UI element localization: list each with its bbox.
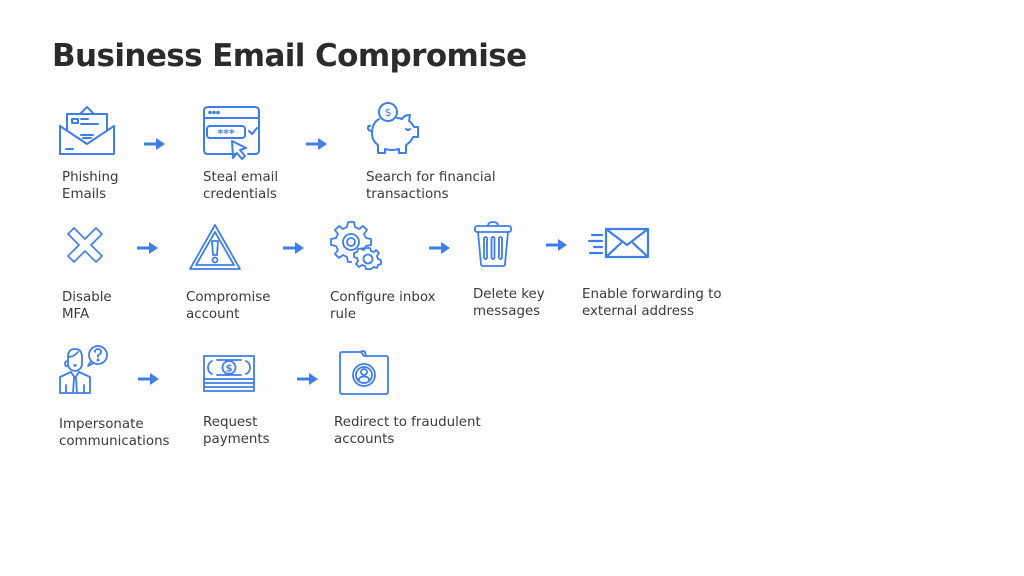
step-label-compromise-account: Compromise account xyxy=(186,290,271,322)
step-label-enable-forwarding: Enable forwarding to external address xyxy=(582,287,722,319)
step-label-delete-messages: Delete key messages xyxy=(473,287,545,319)
flow-arrow-icon xyxy=(296,372,320,386)
page-title: Business Email Compromise xyxy=(52,38,527,74)
step-label-configure-inbox-rule: Configure inbox rule xyxy=(330,290,436,322)
svg-text:$: $ xyxy=(226,364,233,375)
money-stack-icon: $ xyxy=(203,355,255,393)
person-question-icon xyxy=(58,345,110,395)
flow-arrow-icon xyxy=(143,137,167,151)
step-label-impersonate: Impersonate communications xyxy=(59,417,170,449)
svg-text:***: *** xyxy=(217,127,235,140)
open-envelope-icon xyxy=(58,104,116,156)
svg-text:$: $ xyxy=(385,106,392,119)
gears-icon xyxy=(330,220,383,270)
step-label-redirect-accounts: Redirect to fraudulent accounts xyxy=(334,415,481,447)
x-mark-icon xyxy=(66,226,104,264)
piggy-bank-icon: $ xyxy=(366,101,422,157)
fast-mail-icon xyxy=(587,227,650,259)
trash-can-icon xyxy=(474,221,512,267)
step-label-disable-mfa: Disable MFA xyxy=(62,290,112,322)
flow-arrow-icon xyxy=(137,372,161,386)
step-label-search-transactions: Search for financial transactions xyxy=(366,170,496,202)
flow-arrow-icon xyxy=(282,241,306,255)
step-label-steal-credentials: Steal email credentials xyxy=(203,170,279,202)
warning-triangle-icon xyxy=(188,223,242,271)
step-label-request-payments: Request payments xyxy=(203,415,270,447)
flow-arrow-icon xyxy=(428,241,452,255)
flow-arrow-icon xyxy=(545,238,569,252)
password-browser-icon: *** xyxy=(202,106,262,160)
account-folder-icon xyxy=(339,350,389,396)
step-label-phishing-emails: Phishing Emails xyxy=(62,170,119,202)
flow-arrow-icon xyxy=(136,241,160,255)
flow-arrow-icon xyxy=(305,137,329,151)
